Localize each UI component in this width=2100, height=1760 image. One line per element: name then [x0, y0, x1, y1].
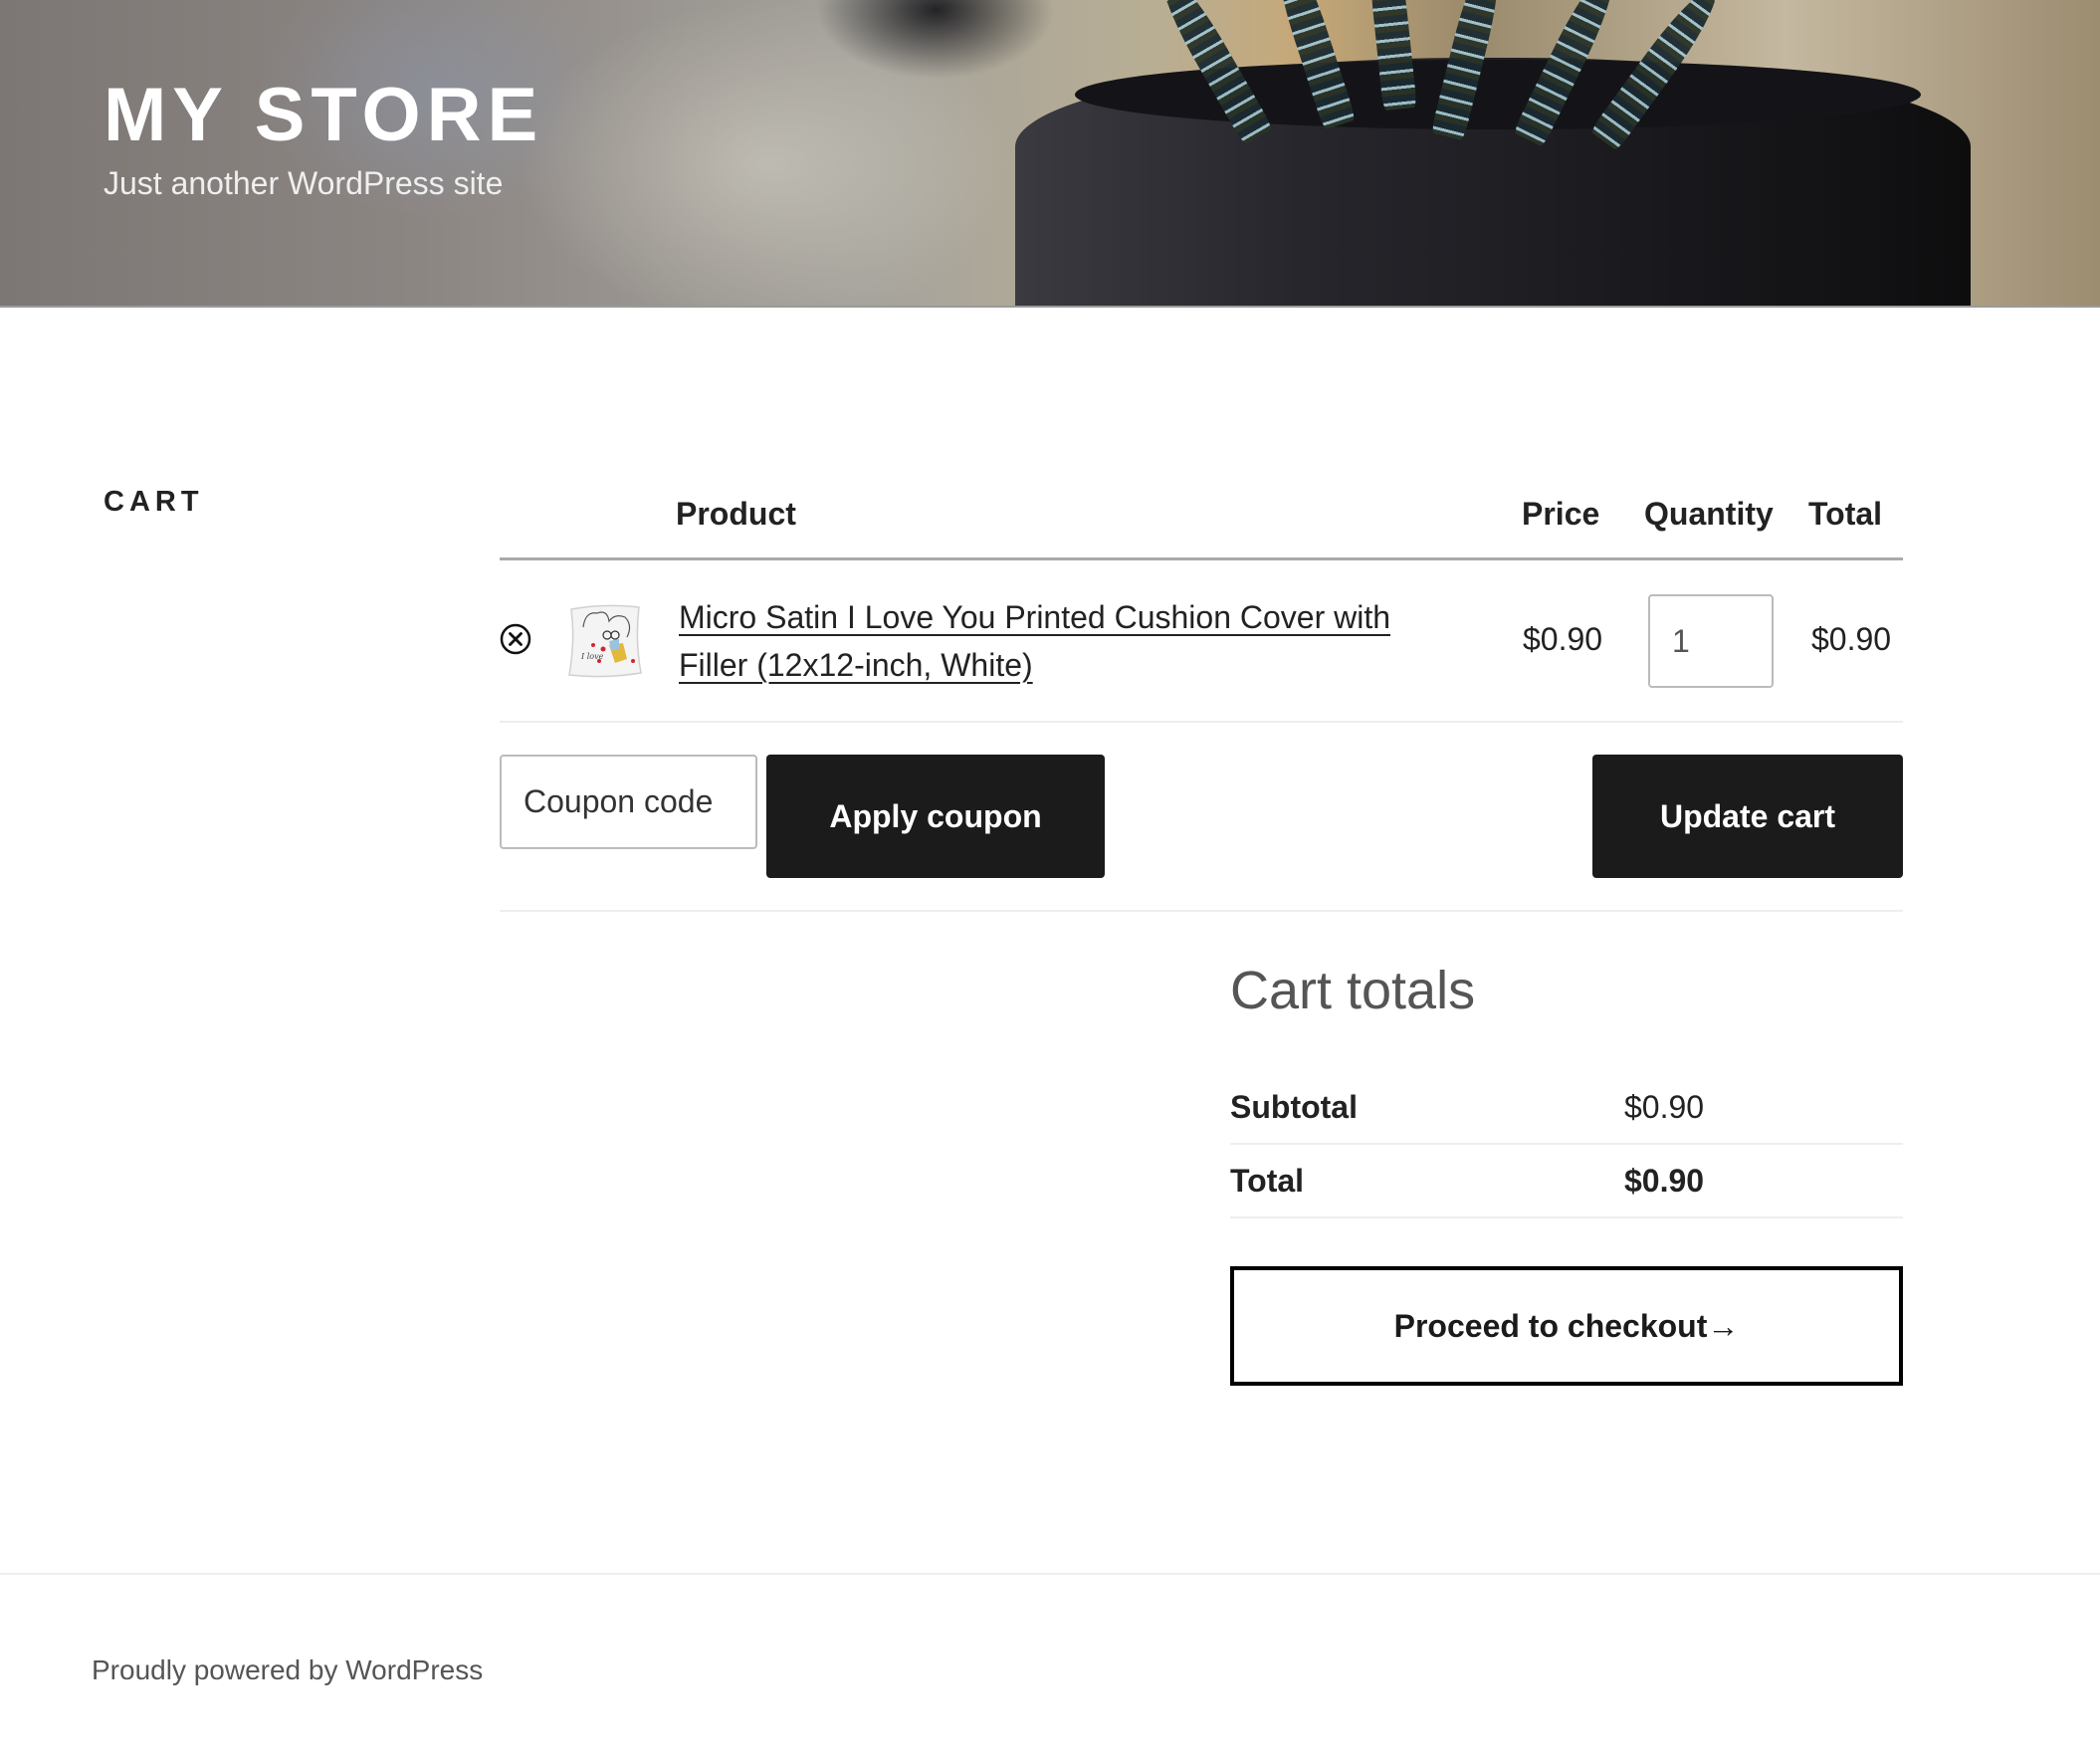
quantity-input[interactable] [1648, 594, 1774, 688]
remove-circle-x-icon [500, 623, 531, 655]
column-header-price: Price [1522, 496, 1600, 532]
update-cart-button[interactable]: Update cart [1592, 755, 1903, 878]
footer-credit-link[interactable]: Proudly powered by WordPress [92, 1656, 483, 1684]
proceed-to-checkout-button[interactable]: Proceed to checkout→ [1230, 1266, 1903, 1386]
column-header-quantity: Quantity [1644, 496, 1774, 532]
product-name-link[interactable]: Micro Satin I Love You Printed Cushion C… [679, 593, 1435, 689]
cart-totals-title: Cart totals [1230, 961, 1476, 1020]
totals-divider [1230, 1216, 1903, 1218]
total-value: $0.90 [1624, 1163, 1705, 1199]
site-header: MY STORE Just another WordPress site [0, 0, 2100, 308]
footer-divider [0, 1573, 2100, 1575]
coupon-code-input[interactable] [500, 755, 757, 849]
remove-item-button[interactable] [500, 623, 531, 655]
row-divider [500, 721, 1903, 723]
totals-divider [1230, 1143, 1903, 1145]
subtotal-value: $0.90 [1624, 1089, 1705, 1125]
cushion-thumbnail-icon: I love [568, 604, 642, 678]
total-label: Total [1230, 1163, 1305, 1199]
site-tagline: Just another WordPress site [104, 165, 504, 201]
item-subtotal: $0.90 [1811, 621, 1892, 657]
apply-coupon-button[interactable]: Apply coupon [766, 755, 1105, 878]
product-thumbnail[interactable]: I love [563, 599, 645, 681]
site-title[interactable]: MY STORE [104, 78, 543, 153]
item-price: $0.90 [1523, 621, 1603, 657]
actions-divider [500, 910, 1903, 912]
subtotal-label: Subtotal [1230, 1089, 1358, 1125]
column-header-total: Total [1808, 496, 1883, 532]
page-title: CART [104, 486, 204, 518]
svg-text:I love: I love [580, 652, 604, 661]
table-header-divider [500, 557, 1903, 560]
column-header-product: Product [676, 496, 796, 532]
